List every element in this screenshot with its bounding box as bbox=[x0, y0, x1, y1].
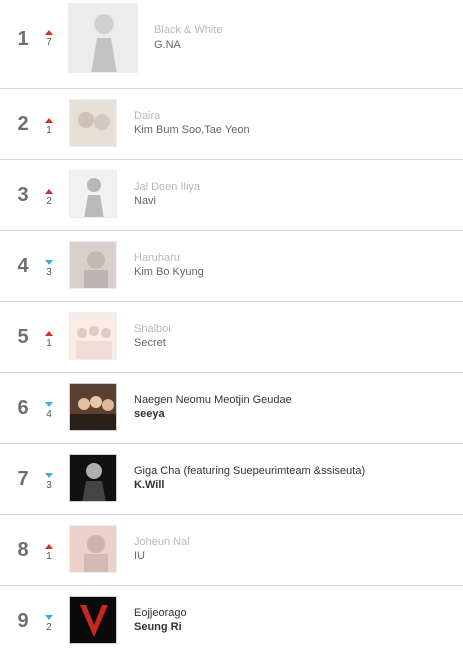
rank-change: 1 bbox=[41, 331, 57, 349]
rank-number: 2 bbox=[17, 113, 29, 135]
rank-number: 6 bbox=[17, 397, 29, 419]
artist-name[interactable]: G.NA bbox=[154, 39, 181, 51]
song-title[interactable]: Black & White bbox=[154, 24, 222, 36]
rank-number: 9 bbox=[17, 610, 29, 632]
chart-row-9[interactable]: 9 2 Eojjeorago Seung Ri bbox=[0, 586, 463, 658]
chart-row-8[interactable]: 8 1 Joheun Nal IU bbox=[0, 515, 463, 586]
chart-list: 1 7 Black & White G.NA 2 1 Daira Kim Bum… bbox=[0, 0, 463, 658]
album-cover[interactable] bbox=[69, 170, 117, 218]
change-value: 1 bbox=[46, 338, 52, 349]
rank-number: 8 bbox=[17, 539, 29, 561]
artist-name[interactable]: IU bbox=[134, 550, 145, 562]
artist-name[interactable]: seeya bbox=[134, 408, 165, 420]
artist-name[interactable]: K.Will bbox=[134, 479, 164, 491]
album-cover[interactable] bbox=[69, 454, 117, 502]
arrow-up-icon bbox=[45, 118, 53, 123]
change-value: 2 bbox=[46, 196, 52, 207]
artist-name[interactable]: Navi bbox=[134, 195, 156, 207]
album-cover[interactable] bbox=[69, 596, 117, 644]
change-value: 4 bbox=[46, 409, 52, 420]
chart-row-1[interactable]: 1 7 Black & White G.NA bbox=[0, 0, 463, 89]
album-cover[interactable] bbox=[69, 241, 117, 289]
rank-number: 5 bbox=[17, 326, 29, 348]
rank-number: 4 bbox=[17, 255, 29, 277]
album-cover[interactable] bbox=[69, 525, 117, 573]
change-value: 7 bbox=[46, 37, 52, 48]
rank-change: 7 bbox=[41, 30, 57, 48]
rank-number: 7 bbox=[17, 468, 29, 490]
album-cover[interactable] bbox=[69, 312, 117, 360]
arrow-up-icon bbox=[45, 331, 53, 336]
arrow-down-icon bbox=[45, 473, 53, 478]
chart-row-5[interactable]: 5 1 Shalboi Secret bbox=[0, 302, 463, 373]
chart-row-4[interactable]: 4 3 Haruharu Kim Bo Kyung bbox=[0, 231, 463, 302]
change-value: 3 bbox=[46, 480, 52, 491]
change-value: 1 bbox=[46, 125, 52, 136]
rank-change: 2 bbox=[41, 615, 57, 633]
artist-name[interactable]: Seung Ri bbox=[134, 621, 182, 633]
artist-name[interactable]: Secret bbox=[134, 337, 166, 349]
arrow-up-icon bbox=[45, 189, 53, 194]
arrow-down-icon bbox=[45, 260, 53, 265]
artist-name[interactable]: Kim Bo Kyung bbox=[134, 266, 204, 278]
chart-row-6[interactable]: 6 4 Naegen Neomu Meotjin Geudae seeya bbox=[0, 373, 463, 444]
album-cover[interactable] bbox=[69, 383, 117, 431]
artist-name[interactable]: Kim Bum Soo,Tae Yeon bbox=[134, 124, 250, 136]
song-title[interactable]: Haruharu bbox=[134, 252, 180, 264]
rank-change: 1 bbox=[41, 118, 57, 136]
rank-number: 1 bbox=[17, 28, 29, 50]
song-title[interactable]: Joheun Nal bbox=[134, 536, 190, 548]
change-value: 3 bbox=[46, 267, 52, 278]
rank-number: 3 bbox=[17, 184, 29, 206]
arrow-up-icon bbox=[45, 30, 53, 35]
song-title[interactable]: Naegen Neomu Meotjin Geudae bbox=[134, 394, 292, 406]
chart-row-3[interactable]: 3 2 Jal Doen Iliya Navi bbox=[0, 160, 463, 231]
song-title[interactable]: Giga Cha (featuring Suepeurimteam &ssise… bbox=[134, 465, 365, 477]
arrow-down-icon bbox=[45, 402, 53, 407]
album-cover[interactable] bbox=[69, 99, 117, 147]
chart-row-2[interactable]: 2 1 Daira Kim Bum Soo,Tae Yeon bbox=[0, 89, 463, 160]
song-title[interactable]: Shalboi bbox=[134, 323, 171, 335]
change-value: 2 bbox=[46, 622, 52, 633]
rank-change: 4 bbox=[41, 402, 57, 420]
arrow-up-icon bbox=[45, 544, 53, 549]
song-title[interactable]: Jal Doen Iliya bbox=[134, 181, 200, 193]
song-title[interactable]: Daira bbox=[134, 110, 160, 122]
rank-change: 1 bbox=[41, 544, 57, 562]
chart-row-7[interactable]: 7 3 Giga Cha (featuring Suepeurimteam &s… bbox=[0, 444, 463, 515]
rank-change: 2 bbox=[41, 189, 57, 207]
rank-change: 3 bbox=[41, 260, 57, 278]
arrow-down-icon bbox=[45, 615, 53, 620]
rank-change: 3 bbox=[41, 473, 57, 491]
song-title[interactable]: Eojjeorago bbox=[134, 607, 187, 619]
album-cover[interactable] bbox=[68, 3, 138, 73]
change-value: 1 bbox=[46, 551, 52, 562]
